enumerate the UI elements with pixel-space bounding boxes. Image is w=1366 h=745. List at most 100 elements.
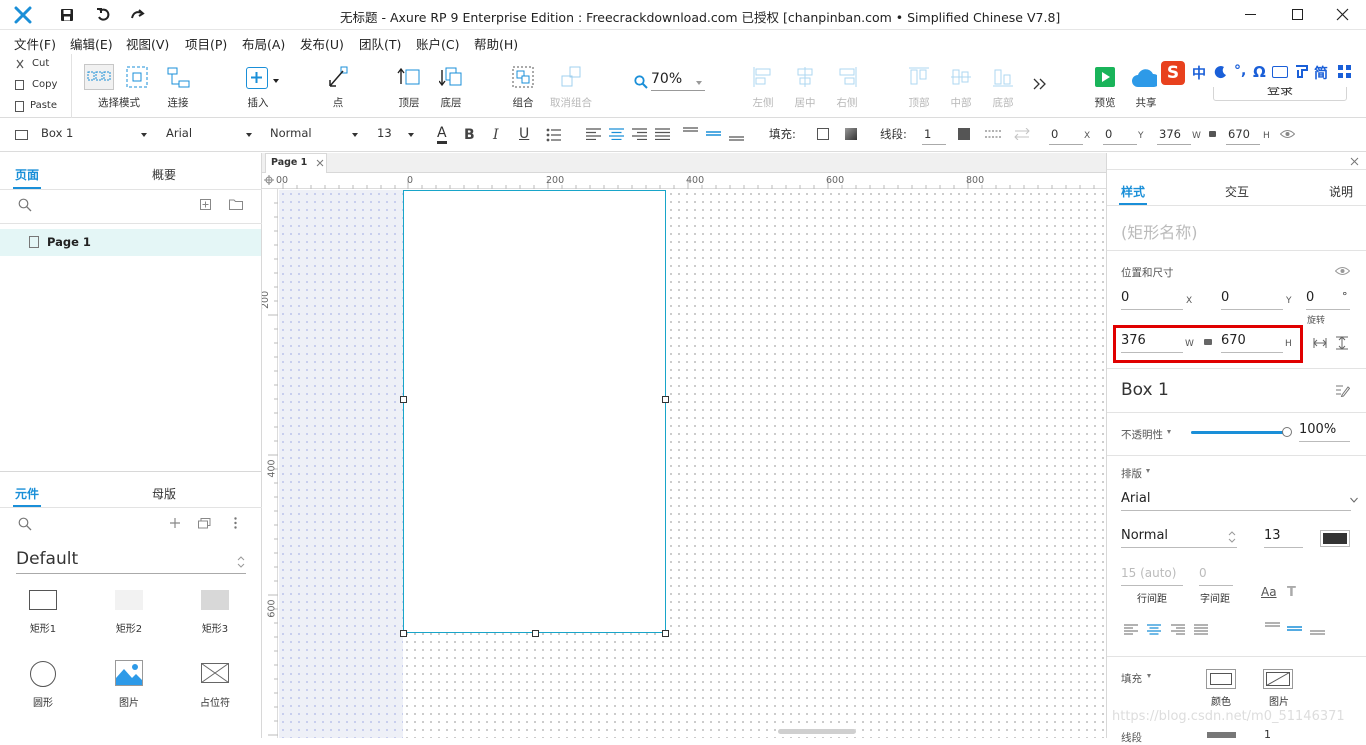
menu-file[interactable]: 文件(F) xyxy=(14,34,56,53)
right-valign-top-icon[interactable] xyxy=(1265,622,1280,632)
add-library-icon[interactable] xyxy=(169,517,181,529)
group-icon[interactable] xyxy=(512,66,534,88)
more-tools-icon[interactable] xyxy=(1033,78,1047,90)
fill-color-swatch[interactable] xyxy=(817,128,829,140)
font-size-input[interactable]: 13 xyxy=(1264,528,1303,548)
right-panel-close-icon[interactable] xyxy=(1350,157,1359,166)
font-family-dropdown-icon[interactable] xyxy=(1350,497,1358,503)
resize-handle-bottom-right[interactable] xyxy=(662,630,669,637)
right-text-align-right-icon[interactable] xyxy=(1171,624,1185,635)
selected-box-widget[interactable] xyxy=(403,190,666,633)
ime-grid-icon[interactable] xyxy=(1337,64,1352,79)
valign-bottom-icon[interactable] xyxy=(729,127,744,141)
library-more-icon[interactable] xyxy=(234,517,237,529)
font-weight-dropdown-icon[interactable] xyxy=(352,133,358,137)
panel-splitter[interactable] xyxy=(0,471,262,472)
stroke-width-input[interactable]: 1 xyxy=(922,127,946,145)
font-size-select[interactable]: 13 xyxy=(377,126,392,140)
ime-symbol-icon[interactable]: Ω xyxy=(1253,63,1266,81)
resize-handle-left[interactable] xyxy=(400,396,407,403)
position-y-input[interactable]: 0 xyxy=(1221,290,1283,310)
align-left-icon[interactable] xyxy=(752,66,774,88)
stroke-pattern-icon[interactable] xyxy=(985,129,1001,139)
tab-close-icon[interactable] xyxy=(316,159,324,167)
insert-dropdown-icon[interactable] xyxy=(273,79,279,83)
position-x-input[interactable]: 0 xyxy=(1121,290,1183,310)
ime-keyboard-icon[interactable] xyxy=(1272,66,1288,78)
resize-handle-bottom[interactable] xyxy=(532,630,539,637)
rectangle3-icon[interactable] xyxy=(201,590,229,610)
tab-pages[interactable]: 页面 xyxy=(15,166,39,183)
text-align-left-icon[interactable] xyxy=(586,128,601,140)
format-y-input[interactable]: 0 xyxy=(1103,127,1137,145)
format-visibility-eye-icon[interactable] xyxy=(1280,129,1295,139)
ungroup-icon[interactable] xyxy=(560,66,582,88)
typography-dropdown-icon[interactable] xyxy=(1146,469,1150,473)
library-copy-icon[interactable] xyxy=(198,517,212,529)
char-spacing-input[interactable]: 0 xyxy=(1199,566,1233,586)
cut-button[interactable]: Cut xyxy=(32,58,49,69)
line-spacing-input[interactable]: 15 (auto) xyxy=(1121,566,1183,586)
tab-notes[interactable]: 说明 xyxy=(1329,183,1353,200)
undo-icon[interactable] xyxy=(96,7,111,22)
zoom-dropdown-icon[interactable] xyxy=(696,81,702,85)
align-right-icon[interactable] xyxy=(836,66,858,88)
size-width-input[interactable]: 376 xyxy=(1121,333,1183,353)
menu-arrange[interactable]: 布局(A) xyxy=(242,34,285,53)
text-shadow-icon[interactable]: T xyxy=(1287,585,1296,600)
font-size-dropdown-icon[interactable] xyxy=(408,133,414,137)
insert-icon[interactable] xyxy=(246,67,268,89)
aspect-lock-icon[interactable] xyxy=(1204,339,1212,345)
right-valign-bottom-icon[interactable] xyxy=(1310,629,1325,639)
add-folder-icon[interactable] xyxy=(229,199,243,210)
send-to-back-icon[interactable] xyxy=(439,66,463,88)
text-justify-icon[interactable] xyxy=(655,128,670,140)
save-icon[interactable] xyxy=(60,8,74,22)
bold-icon[interactable]: B xyxy=(464,127,475,143)
rectangle1-icon[interactable] xyxy=(29,590,57,610)
tab-style[interactable]: 样式 xyxy=(1121,183,1145,200)
ruler-origin-crosshair-icon[interactable] xyxy=(264,175,274,185)
fit-width-icon[interactable] xyxy=(1313,337,1327,349)
menu-team[interactable]: 团队(T) xyxy=(359,34,401,53)
tab-interaction[interactable]: 交互 xyxy=(1225,183,1249,200)
widget-name-dropdown-icon[interactable] xyxy=(141,133,147,137)
ime-moon-icon[interactable] xyxy=(1214,65,1228,79)
menu-help[interactable]: 帮助(H) xyxy=(474,34,518,53)
format-h-input[interactable]: 670 xyxy=(1226,127,1260,145)
ime-logo-icon[interactable]: S xyxy=(1161,61,1185,85)
horizontal-scrollbar[interactable] xyxy=(778,729,856,734)
fill-color-button[interactable] xyxy=(1206,669,1236,689)
tab-masters[interactable]: 母版 xyxy=(152,485,176,502)
menu-account[interactable]: 账户(C) xyxy=(416,34,459,53)
resize-handle-right[interactable] xyxy=(662,396,669,403)
menu-project[interactable]: 项目(P) xyxy=(185,34,227,53)
library-select[interactable]: Default xyxy=(16,549,246,574)
widget-name-select[interactable]: Box 1 xyxy=(41,126,73,140)
arrow-style-icon[interactable] xyxy=(1014,128,1030,140)
library-search-icon[interactable] xyxy=(18,517,32,531)
copy-button[interactable]: Copy xyxy=(32,79,57,90)
menu-edit[interactable]: 编辑(E) xyxy=(70,34,113,53)
add-page-icon[interactable] xyxy=(200,199,211,210)
menu-publish[interactable]: 发布(U) xyxy=(300,34,344,53)
shape-name-input[interactable]: (矩形名称) xyxy=(1121,219,1198,243)
ime-simplified-mode[interactable]: 简 xyxy=(1314,63,1328,83)
ime-skin-icon[interactable] xyxy=(1294,64,1309,79)
redo-icon[interactable] xyxy=(130,7,146,22)
resize-handle-bottom-left[interactable] xyxy=(400,630,407,637)
pages-search-icon[interactable] xyxy=(18,198,32,212)
align-middle-icon[interactable] xyxy=(950,66,972,88)
italic-icon[interactable]: I xyxy=(493,127,499,143)
image-icon[interactable] xyxy=(115,660,143,686)
circle-icon[interactable] xyxy=(30,661,56,687)
valign-top-icon[interactable] xyxy=(683,127,698,141)
align-bottom-icon[interactable] xyxy=(992,66,1014,88)
valign-middle-icon[interactable] xyxy=(706,127,721,141)
align-center-icon[interactable] xyxy=(794,66,816,88)
text-align-center-icon[interactable] xyxy=(609,128,624,140)
close-icon[interactable] xyxy=(1336,8,1349,21)
font-weight-input[interactable]: Normal xyxy=(1121,528,1237,548)
opacity-input[interactable]: 100% xyxy=(1299,422,1350,442)
placeholder-icon[interactable] xyxy=(201,663,229,683)
